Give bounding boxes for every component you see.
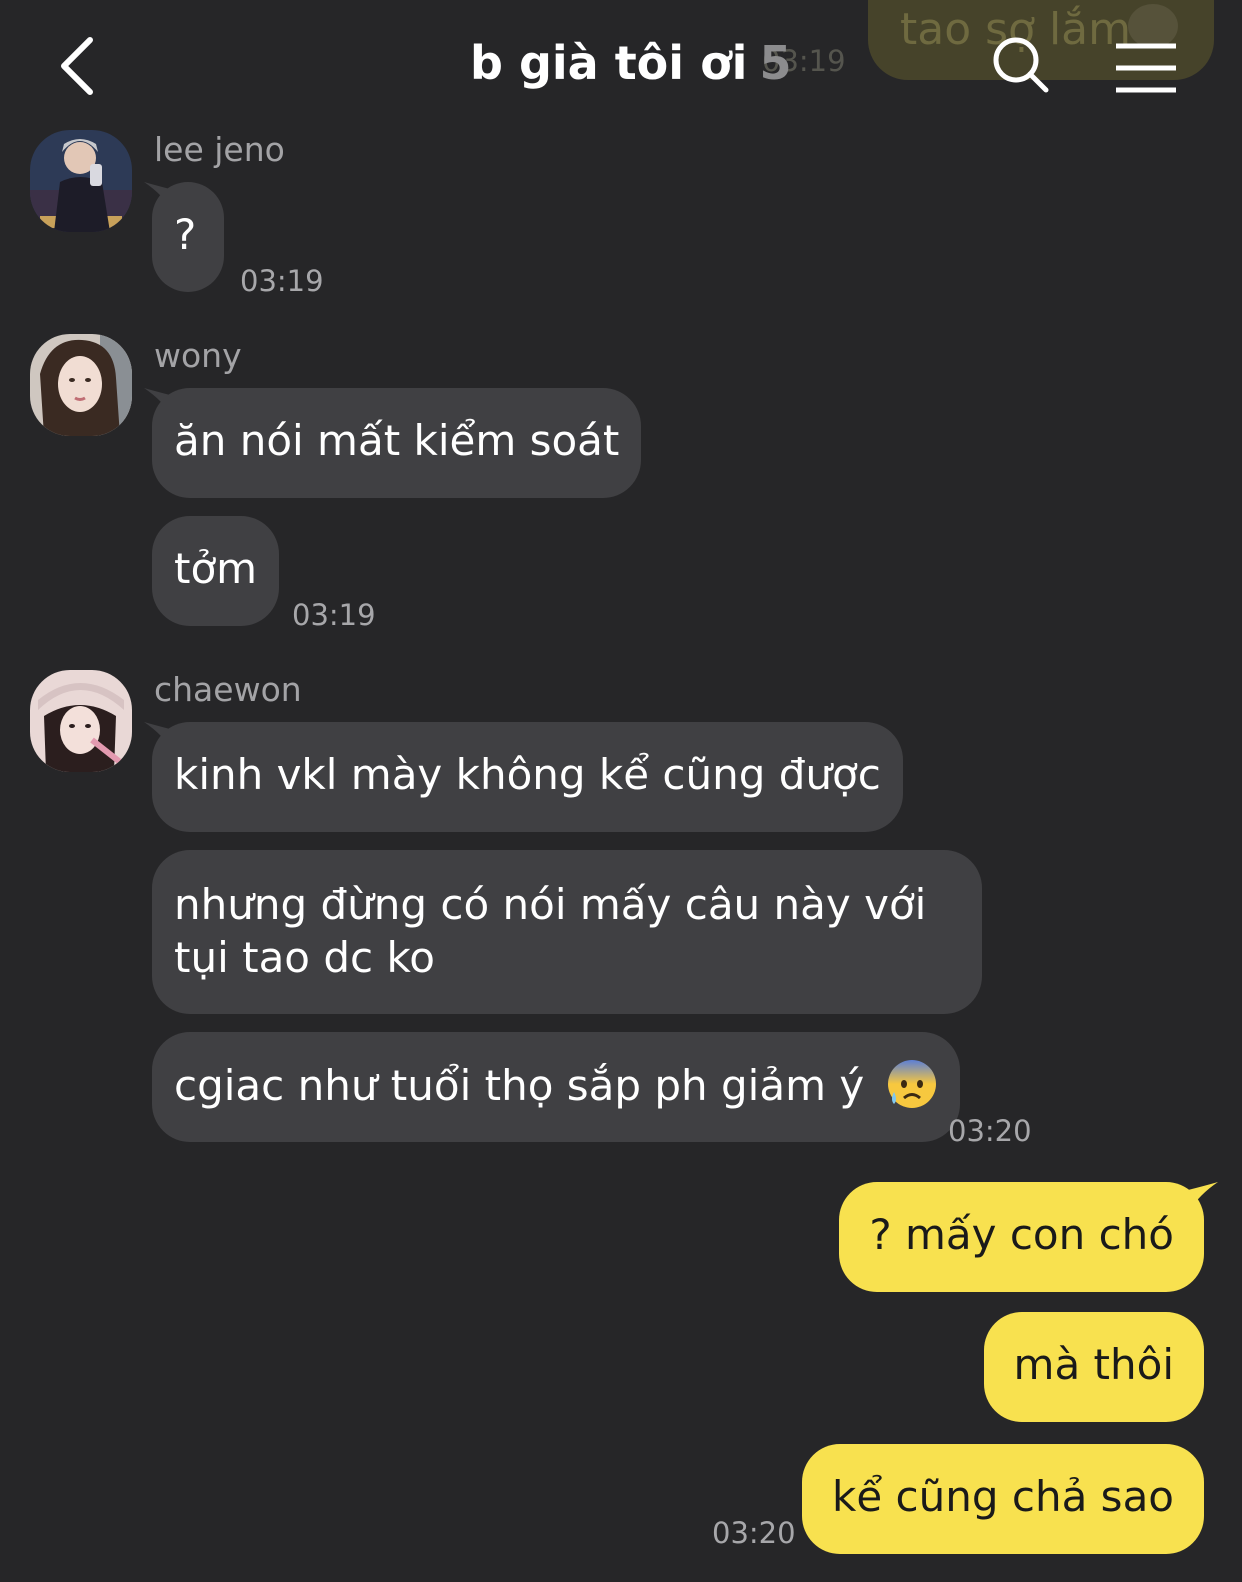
avatar-lee-jeno[interactable] [30, 130, 132, 232]
message-bubble[interactable]: nhưng đừng có nói mấy câu này với tụi ta… [152, 850, 982, 1014]
message-bubble[interactable]: ăn nói mất kiểm soát [152, 388, 642, 498]
message-text: ? [174, 210, 197, 259]
message-text: tởm [174, 544, 258, 593]
chat-room-name: b già tôi ơi [470, 36, 748, 90]
menu-button[interactable] [1114, 40, 1178, 96]
own-message-bubble[interactable]: kể cũng chả sao [802, 1444, 1204, 1554]
avatar-photo-woman-portrait [30, 334, 132, 436]
search-button[interactable] [990, 34, 1054, 98]
message-text: cgiac như tuổi thọ sắp ph giảm ý [174, 1061, 865, 1110]
message-time: 03:20 [948, 1114, 1032, 1148]
sender-name: wony [154, 336, 242, 375]
message-text: ăn nói mất kiểm soát [174, 416, 620, 465]
member-count: 5 [759, 36, 792, 90]
message-text: mà thôi [1013, 1340, 1174, 1389]
message-time: 03:19 [240, 264, 324, 298]
avatar-chaewon[interactable] [30, 670, 132, 772]
message-bubble[interactable]: cgiac như tuổi thọ sắp ph giảm ý [152, 1032, 960, 1142]
chat-header: b già tôi ơi 5 [0, 0, 1242, 130]
message-text: kinh vkl mày không kể cũng được [174, 750, 881, 799]
back-button[interactable] [50, 30, 110, 100]
avatar-photo-man-mirror [30, 130, 132, 232]
sender-name: lee jeno [154, 130, 285, 169]
own-message-bubble[interactable]: ? mấy con chó [839, 1182, 1204, 1292]
own-message-bubble[interactable]: mà thôi [983, 1312, 1204, 1422]
message-bubble[interactable]: kinh vkl mày không kể cũng được [152, 722, 903, 832]
avatar-wony[interactable] [30, 334, 132, 436]
message-time: 03:19 [292, 598, 376, 632]
anxious-face-with-sweat-icon [887, 1060, 936, 1108]
hamburger-menu-icon [1116, 43, 1176, 93]
message-bubble[interactable]: tởm [152, 516, 280, 626]
avatar-photo-woman-hat [30, 670, 132, 772]
chat-title[interactable]: b già tôi ơi 5 [470, 36, 791, 96]
sender-name: chaewon [154, 670, 302, 709]
message-text: nhưng đừng có nói mấy câu này với tụi ta… [174, 880, 927, 982]
message-bubble[interactable]: ? [152, 182, 224, 292]
search-icon [993, 37, 1049, 93]
message-text: kể cũng chả sao [832, 1472, 1174, 1521]
message-time: 03:20 [712, 1516, 796, 1550]
chevron-left-icon [61, 37, 93, 95]
message-text: ? mấy con chó [869, 1210, 1174, 1259]
